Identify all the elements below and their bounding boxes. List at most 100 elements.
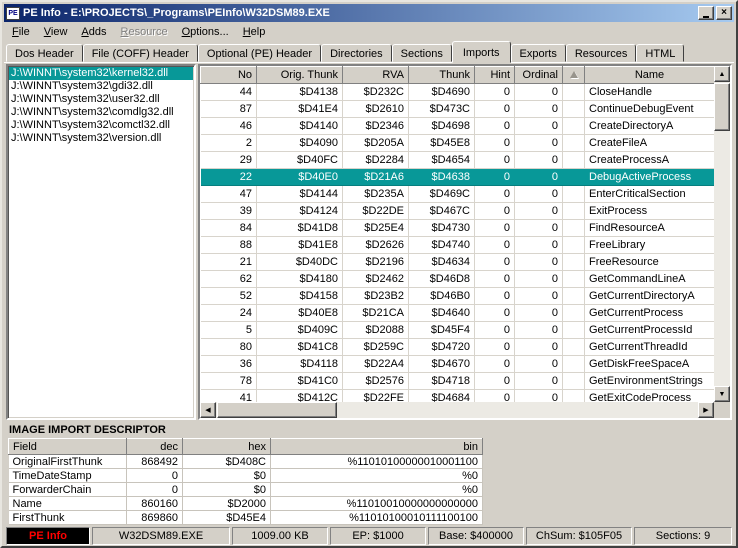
cell-hint: 0 [475,390,515,403]
tab[interactable]: Directories [321,44,392,62]
dll-list-item[interactable]: J:\WINNT\system32\comctl32.dll [9,119,193,132]
cell-rva: $D232C [343,84,409,101]
imports-table-body: 44 $D4138 $D232C $D4690 0 0 CloseHandle [201,84,715,403]
cell-no: 87 [201,101,257,118]
import-row[interactable]: 46 $D4140 $D2346 $D4698 0 0 CreateDirect… [201,118,715,135]
menu-item[interactable]: Help [236,24,273,40]
scroll-down-button[interactable]: ▼ [714,386,730,402]
cell-orig-thunk: $D412C [257,390,343,403]
cell-sort-spacer [563,373,585,390]
cell-ordinal: 0 [515,84,563,101]
import-row[interactable]: 47 $D4144 $D235A $D469C 0 0 EnterCritica… [201,186,715,203]
cell-ordinal: 0 [515,237,563,254]
cell-no: 80 [201,339,257,356]
cell-orig-thunk: $D41C0 [257,373,343,390]
import-row[interactable]: 78 $D41C0 $D2576 $D4718 0 0 GetEnvironme… [201,373,715,390]
cell-no: 5 [201,322,257,339]
cell-thunk: $D4638 [409,169,475,186]
import-row[interactable]: 80 $D41C8 $D259C $D4720 0 0 GetCurrentTh… [201,339,715,356]
column-header-name[interactable]: Name [585,67,715,84]
minimize-icon [703,16,709,18]
cell-sort-spacer [563,305,585,322]
tab[interactable]: Resources [566,44,637,62]
column-header-orig-thunk[interactable]: Orig. Thunk [257,67,343,84]
import-row[interactable]: 5 $D409C $D2088 $D45F4 0 0 GetCurrentPro… [201,322,715,339]
dll-list-item[interactable]: J:\WINNT\system32\comdlg32.dll [9,106,193,119]
cell-rva: $D2196 [343,254,409,271]
column-header-thunk[interactable]: Thunk [409,67,475,84]
import-row[interactable]: 24 $D40E8 $D21CA $D4640 0 0 GetCurrentPr… [201,305,715,322]
dll-list-item[interactable]: J:\WINNT\system32\user32.dll [9,93,193,106]
horizontal-scroll-thumb[interactable] [217,402,337,418]
cell-rva: $D21CA [343,305,409,322]
column-header-no[interactable]: No [201,67,257,84]
status-image-base: Base: $400000 [428,527,524,545]
cell-ordinal: 0 [515,322,563,339]
cell-name: GetEnvironmentStrings [585,373,715,390]
menu-item[interactable]: File [5,24,37,40]
import-row[interactable]: 36 $D4118 $D22A4 $D4670 0 0 GetDiskFreeS… [201,356,715,373]
horizontal-scrollbar[interactable]: ◀ ▶ [200,402,714,418]
window-title: PE Info - E:\PROJECTS\_Programs\PEInfo\W… [23,7,698,19]
import-row[interactable]: 22 $D40E0 $D21A6 $D4638 0 0 DebugActiveP… [201,169,715,186]
column-header-sort[interactable] [563,67,585,84]
app-icon: PE [6,7,20,20]
column-header-hint[interactable]: Hint [475,67,515,84]
import-row[interactable]: 84 $D41D8 $D25E4 $D4730 0 0 FindResource… [201,220,715,237]
minimize-button[interactable] [698,6,714,20]
menu-item[interactable]: View [37,24,75,40]
tab[interactable]: HTML [636,44,684,62]
cell-thunk: $D4634 [409,254,475,271]
scroll-up-button[interactable]: ▲ [714,66,730,82]
cell-hint: 0 [475,101,515,118]
close-button[interactable]: × [716,6,732,20]
dll-list-item[interactable]: J:\WINNT\system32\kernel32.dll [9,67,193,80]
tab[interactable]: Imports [452,41,511,63]
tab[interactable]: Dos Header [6,44,83,62]
import-row[interactable]: 87 $D41E4 $D2610 $D473C 0 0 ContinueDebu… [201,101,715,118]
column-header-rva[interactable]: RVA [343,67,409,84]
tab[interactable]: Optional (PE) Header [198,44,321,62]
cell-name: CreateDirectoryA [585,118,715,135]
import-row[interactable]: 62 $D4180 $D2462 $D46D8 0 0 GetCommandLi… [201,271,715,288]
tab[interactable]: File (COFF) Header [83,44,198,62]
tab[interactable]: Sections [392,44,452,62]
cell-no: 24 [201,305,257,322]
cell-no: 88 [201,237,257,254]
tab[interactable]: Exports [511,44,566,62]
import-row[interactable]: 39 $D4124 $D22DE $D467C 0 0 ExitProcess [201,203,715,220]
import-row[interactable]: 2 $D4090 $D205A $D45E8 0 0 CreateFileA [201,135,715,152]
sort-ascending-icon [570,71,578,78]
cell-name: ExitProcess [585,203,715,220]
import-row[interactable]: 29 $D40FC $D2284 $D4654 0 0 CreateProces… [201,152,715,169]
cell-ordinal: 0 [515,169,563,186]
dll-list-item[interactable]: J:\WINNT\system32\version.dll [9,132,193,145]
cell-orig-thunk: $D4140 [257,118,343,135]
descriptor-cell-field: TimeDateStamp [9,469,127,483]
cell-orig-thunk: $D41E8 [257,237,343,254]
import-row[interactable]: 41 $D412C $D22FE $D4684 0 0 GetExitCodeP… [201,390,715,403]
scroll-right-button[interactable]: ▶ [698,402,714,418]
status-file-size: 1009.00 KB [232,527,328,545]
menu-item[interactable]: Adds [74,24,113,40]
cell-orig-thunk: $D41E4 [257,101,343,118]
cell-ordinal: 0 [515,254,563,271]
descriptor-cell-field: OriginalFirstThunk [9,455,127,469]
descriptor-cell-bin: %11010100000010001100 [271,455,483,469]
column-header-ordinal[interactable]: Ordinal [515,67,563,84]
dll-list-item[interactable]: J:\WINNT\system32\gdi32.dll [9,80,193,93]
descriptor-row: OriginalFirstThunk 868492 $D408C %110101… [9,455,483,469]
import-row[interactable]: 21 $D40DC $D2196 $D4634 0 0 FreeResource [201,254,715,271]
scroll-left-button[interactable]: ◀ [200,402,216,418]
vertical-scroll-thumb[interactable] [714,83,730,131]
descriptor-column-field: Field [9,439,127,455]
menu-item[interactable]: Options... [175,24,236,40]
import-row[interactable]: 88 $D41E8 $D2626 $D4740 0 0 FreeLibrary [201,237,715,254]
vertical-scrollbar[interactable]: ▲ ▼ [714,66,730,402]
import-row[interactable]: 52 $D4158 $D23B2 $D46B0 0 0 GetCurrentDi… [201,288,715,305]
menu-item[interactable]: Resource [114,24,175,40]
cell-name: FindResourceA [585,220,715,237]
descriptor-row: ForwarderChain 0 $0 %0 [9,483,483,497]
arrow-up-icon: ▲ [719,71,726,78]
import-row[interactable]: 44 $D4138 $D232C $D4690 0 0 CloseHandle [201,84,715,101]
